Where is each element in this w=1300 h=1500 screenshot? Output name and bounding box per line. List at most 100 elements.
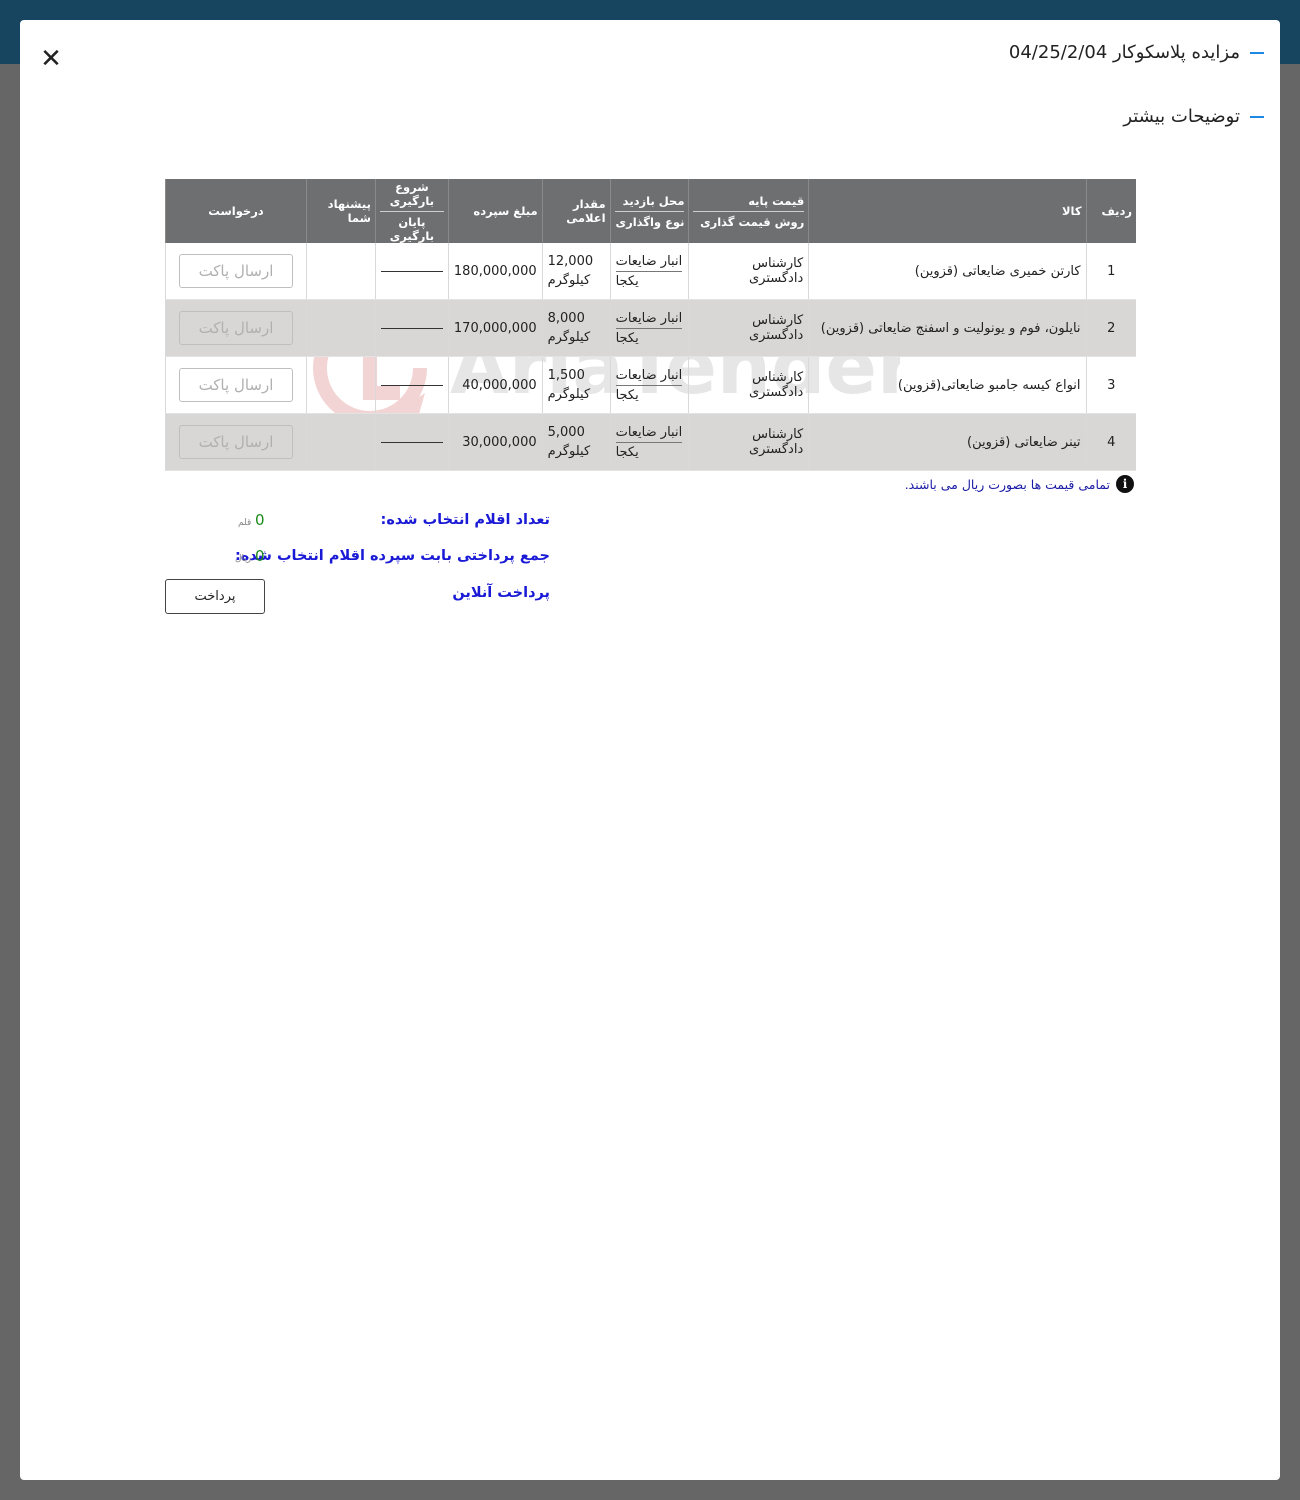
quantity-unit: کیلوگرم <box>547 387 591 402</box>
close-icon[interactable]: ✕ <box>38 46 64 72</box>
header-quantity: مقدار اعلامی <box>541 179 611 243</box>
request-cell: ارسال پاکت <box>165 299 307 357</box>
row-number: 2 <box>1085 299 1136 357</box>
total-deposit-value: 0 <box>255 547 265 565</box>
empty-dash <box>380 270 443 272</box>
your-offer <box>305 413 376 471</box>
header-loading: شروع بارگیری پایان بارگیری <box>374 179 449 243</box>
deposit-amount: 180,000,000 <box>447 243 543 300</box>
location-cell: انبار ضایعات یکجا <box>609 413 689 471</box>
header-location: محل بازدید نوع واگذاری <box>609 179 689 243</box>
request-cell: ارسال پاکت <box>165 356 307 414</box>
location-cell: انبار ضایعات یکجا <box>609 356 689 414</box>
pricing-method: کارشناس دادگستری <box>688 413 809 471</box>
send-envelope-button[interactable]: ارسال پاکت <box>178 368 293 402</box>
empty-dash <box>380 384 443 386</box>
online-payment-label: پرداخت آنلاین <box>452 585 550 601</box>
table-row: 3 انواع کیسه جامبو ضایعاتی(قزوین) کارشنا… <box>165 356 1136 414</box>
transfer-type: یکجا <box>615 387 639 403</box>
quantity-unit: کیلوگرم <box>547 444 591 459</box>
total-deposit-unit: ریال <box>235 554 252 564</box>
visit-location: انبار ضایعات <box>615 311 683 329</box>
selected-count-unit: قلم <box>238 518 252 528</box>
item-name: انواع کیسه جامبو ضایعاتی(قزوین) <box>808 356 1087 414</box>
auction-details-modal: ✕ مزایده پلاسکوکار 04/25/2/04 توضیحات بی… <box>20 20 1280 1480</box>
header-request: درخواست <box>165 179 307 243</box>
quantity-value: 12,000 <box>547 254 594 269</box>
currency-note: i تمامی قیمت ها بصورت ریال می باشند. <box>905 475 1134 493</box>
table-header-row: ردیف کالا قیمت پایه روش قیمت گذاری محل با… <box>165 179 1136 243</box>
row-number: 3 <box>1085 356 1136 414</box>
total-deposit-label: جمع پرداختی بابت سپرده اقلام انتخاب شده: <box>234 548 550 564</box>
quantity-cell: 1,500 کیلوگرم <box>541 356 611 414</box>
loading-dates <box>374 413 449 471</box>
request-cell: ارسال پاکت <box>165 413 307 471</box>
header-base-price: قیمت پایه <box>693 194 805 212</box>
location-cell: انبار ضایعات یکجا <box>609 299 689 357</box>
header-price: قیمت پایه روش قیمت گذاری <box>688 179 809 243</box>
transfer-type: یکجا <box>615 273 639 289</box>
loading-dates <box>374 243 449 300</box>
pricing-method: کارشناس دادگستری <box>688 243 809 300</box>
your-offer <box>305 356 376 414</box>
header-visit-location: محل بازدید <box>614 194 685 212</box>
pay-button[interactable]: پرداخت <box>165 579 265 614</box>
selected-count-label: تعداد اقلام انتخاب شده: <box>380 512 550 528</box>
item-name: تینر ضایعاتی (قزوین) <box>808 413 1087 471</box>
quantity-cell: 5,000 کیلوگرم <box>541 413 611 471</box>
deposit-amount: 170,000,000 <box>447 299 543 357</box>
header-load-start: شروع بارگیری <box>379 180 444 212</box>
quantity-cell: 12,000 کیلوگرم <box>541 243 611 300</box>
section-title[interactable]: توضیحات بیشتر <box>1123 106 1264 127</box>
empty-dash <box>380 327 443 329</box>
modal-title: مزایده پلاسکوکار 04/25/2/04 <box>1009 42 1264 63</box>
selected-count-value: 0 <box>255 511 265 529</box>
your-offer <box>305 243 376 300</box>
header-deposit: مبلغ سپرده <box>447 179 543 243</box>
row-number: 4 <box>1085 413 1136 471</box>
header-transfer-type: نوع واگذاری <box>615 214 685 229</box>
deposit-amount: 40,000,000 <box>447 356 543 414</box>
your-offer <box>305 299 376 357</box>
location-cell: انبار ضایعات یکجا <box>609 243 689 300</box>
pricing-method: کارشناس دادگستری <box>688 299 809 357</box>
quantity-unit: کیلوگرم <box>547 330 591 345</box>
header-your-offer: پیشنهاد شما <box>305 179 376 243</box>
visit-location: انبار ضایعات <box>615 254 683 272</box>
loading-dates <box>374 356 449 414</box>
transfer-type: یکجا <box>615 444 639 460</box>
header-pricing-method: روش قیمت گذاری <box>700 214 805 229</box>
loading-dates <box>374 299 449 357</box>
header-load-end: پایان بارگیری <box>389 214 435 243</box>
currency-note-text: تمامی قیمت ها بصورت ریال می باشند. <box>904 476 1110 492</box>
header-row-num: ردیف <box>1085 179 1136 243</box>
header-item: کالا <box>808 179 1087 243</box>
section-title-text: توضیحات بیشتر <box>1123 106 1240 127</box>
item-name: کارتن خمیری ضایعاتی (قزوین) <box>808 243 1087 300</box>
deposit-amount: 30,000,000 <box>447 413 543 471</box>
pricing-method: کارشناس دادگستری <box>688 356 809 414</box>
title-dash-icon <box>1250 51 1264 54</box>
visit-location: انبار ضایعات <box>615 425 683 443</box>
table-row: 4 تینر ضایعاتی (قزوین) کارشناس دادگستری … <box>165 413 1136 471</box>
request-cell: ارسال پاکت <box>165 243 307 300</box>
item-name: نایلون، فوم و یونولیت و اسفنج ضایعاتی (ق… <box>808 299 1087 357</box>
quantity-value: 8,000 <box>547 311 585 326</box>
quantity-value: 1,500 <box>547 368 585 383</box>
quantity-value: 5,000 <box>547 425 585 440</box>
quantity-cell: 8,000 کیلوگرم <box>541 299 611 357</box>
transfer-type: یکجا <box>615 330 639 346</box>
empty-dash <box>380 441 443 443</box>
send-envelope-button[interactable]: ارسال پاکت <box>178 311 293 345</box>
table-row: 2 نایلون، فوم و یونولیت و اسفنج ضایعاتی … <box>165 299 1136 357</box>
send-envelope-button[interactable]: ارسال پاکت <box>178 425 293 459</box>
send-envelope-button[interactable]: ارسال پاکت <box>178 254 293 288</box>
section-dash-icon <box>1250 115 1264 118</box>
info-icon: i <box>1116 475 1134 493</box>
row-number: 1 <box>1085 243 1136 300</box>
quantity-unit: کیلوگرم <box>547 273 591 288</box>
visit-location: انبار ضایعات <box>615 368 683 386</box>
auction-items-table: ردیف کالا قیمت پایه روش قیمت گذاری محل با… <box>165 179 1136 471</box>
modal-title-text: مزایده پلاسکوکار 04/25/2/04 <box>1008 42 1240 63</box>
table-row: 1 کارتن خمیری ضایعاتی (قزوین) کارشناس دا… <box>165 243 1136 300</box>
